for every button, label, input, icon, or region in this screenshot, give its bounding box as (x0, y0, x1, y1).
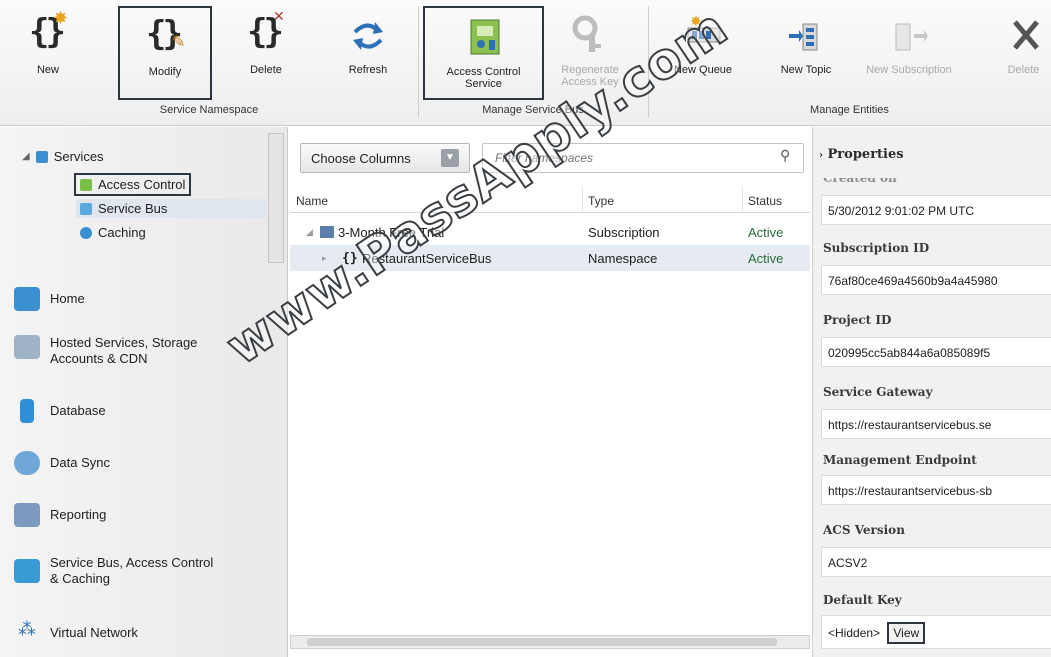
acs-version-label: ACS Version (823, 523, 905, 537)
data-sync-icon (14, 451, 40, 475)
key-icon (567, 12, 613, 58)
scrollbar-thumb[interactable] (307, 638, 777, 646)
nav-hosted-services[interactable]: Hosted Services, Storage Accounts & CDN (14, 335, 197, 367)
search-icon[interactable]: ⚲ (780, 147, 790, 164)
acs-version-value: ACSV2 (821, 547, 1051, 577)
namespace-list-pane: Choose Columns ▼ ⚲ Name Type Status ◢ 3-… (290, 127, 810, 657)
horizontal-scrollbar[interactable] (290, 635, 810, 649)
refresh-icon (345, 12, 391, 58)
database-icon (20, 399, 34, 423)
created-on-value: 5/30/2012 9:01:02 PM UTC (821, 195, 1051, 225)
tree-item-service-bus[interactable]: Service Bus (76, 199, 266, 218)
modify-button[interactable]: {} ✎ Modify (118, 6, 212, 100)
nav-home[interactable]: Home (14, 287, 85, 311)
column-header-status[interactable]: Status (748, 194, 782, 208)
new-subscription-button[interactable]: New Subscription (854, 6, 964, 94)
column-separator[interactable] (582, 187, 583, 213)
nav-service-bus-access-control-caching[interactable]: Service Bus, Access Control & Caching (14, 555, 213, 587)
project-id-label: Project ID (823, 313, 892, 327)
column-header-name[interactable]: Name (296, 194, 328, 208)
reporting-icon (14, 503, 40, 527)
group-label-service-namespace: Service Namespace (159, 104, 259, 116)
default-key-value: <Hidden> View (821, 615, 1051, 649)
nav-data-sync[interactable]: Data Sync (14, 451, 110, 475)
grid-header: Name Type Status (290, 187, 810, 213)
tree-item-caching[interactable]: Caching (80, 225, 146, 240)
access-control-icon (80, 178, 92, 191)
properties-pane: › Properties Created on 5/30/2012 9:01:0… (812, 127, 1051, 657)
ribbon: {} ✸ New {} ✎ Modify {} ✕ Delete Refresh Ac… (0, 0, 1051, 126)
service-bus-icon (80, 202, 92, 215)
management-endpoint-value: https://restaurantservicebus-sb (821, 475, 1051, 505)
services-tree: ◢ Services Access Control Service Bus Ca… (0, 127, 288, 267)
delete-namespace-button[interactable]: {} ✕ Delete (236, 6, 296, 94)
service-gateway-label: Service Gateway (823, 385, 933, 399)
column-header-type[interactable]: Type (588, 194, 614, 208)
properties-header[interactable]: › Properties (819, 147, 904, 162)
services-icon (35, 150, 48, 163)
project-id-value: 020995cc5ab844a6a085089f5 (821, 337, 1051, 367)
choose-columns-button[interactable]: Choose Columns ▼ (300, 143, 470, 173)
tree-item-access-control[interactable]: Access Control (74, 173, 192, 196)
hosted-services-icon (14, 335, 40, 359)
topic-icon (783, 12, 829, 58)
subscription-icon (320, 226, 334, 238)
collapse-arrow-icon[interactable]: › (819, 150, 823, 161)
subscription-icon (886, 12, 932, 58)
expand-arrow-icon[interactable]: ◢ (306, 227, 313, 238)
left-navigation: ◢ Services Access Control Service Bus Ca… (0, 127, 288, 657)
delete-namespace-icon: {} ✕ (247, 8, 285, 52)
access-control-service-button[interactable]: Access Control Service (423, 6, 544, 100)
new-namespace-icon: {} ✸ (29, 8, 69, 52)
delete-icon (1001, 12, 1047, 58)
nav-reporting[interactable]: Reporting (14, 503, 106, 527)
column-separator[interactable] (742, 187, 743, 213)
view-key-button[interactable]: View (887, 622, 926, 644)
new-topic-button[interactable]: New Topic (772, 6, 840, 94)
subscription-id-label: Subscription ID (823, 241, 930, 255)
access-control-icon (461, 14, 507, 60)
network-icon: ⁂ (18, 619, 36, 639)
service-bus-icon (14, 559, 40, 583)
caching-icon (80, 226, 92, 239)
service-gateway-value: https://restaurantservicebus.se (821, 409, 1051, 439)
management-endpoint-label: Management Endpoint (823, 453, 977, 467)
group-separator (418, 6, 419, 118)
nav-virtual-network[interactable]: ⁂ Virtual Network (14, 619, 138, 645)
created-on-label: Created on (823, 171, 897, 185)
delete-entity-button[interactable]: Delete (996, 6, 1051, 94)
modify-namespace-icon: {} ✎ (146, 14, 186, 54)
refresh-button[interactable]: Refresh (336, 6, 400, 94)
home-icon (14, 287, 40, 311)
tree-scrollbar[interactable] (268, 133, 284, 263)
tree-item-services[interactable]: ◢ Services (22, 149, 104, 164)
nav-database[interactable]: Database (14, 399, 106, 423)
subscription-id-value: 76af80ce469a4560b9a4a45980 (821, 265, 1051, 295)
group-label-manage-entities: Manage Entities (810, 104, 889, 116)
default-key-label: Default Key (823, 593, 902, 607)
new-button[interactable]: {} ✸ New (18, 6, 78, 94)
collapse-arrow-icon[interactable]: ◢ (22, 151, 30, 162)
